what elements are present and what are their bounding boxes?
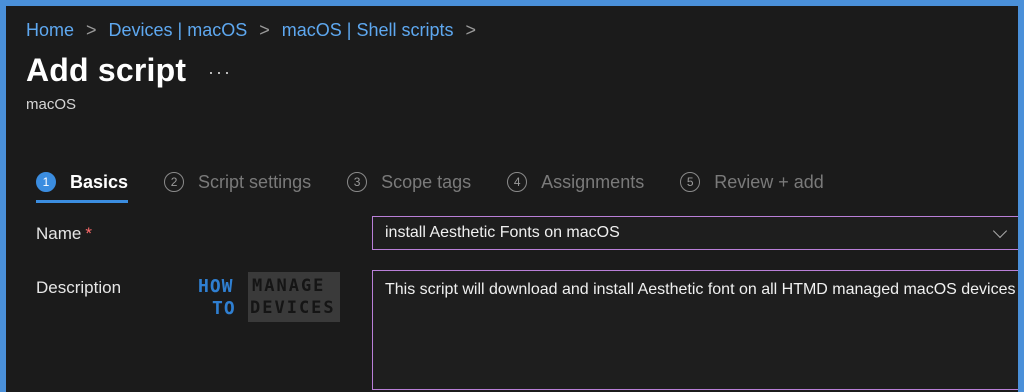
tab-label: Assignments [541,171,645,192]
chevron-right-icon: > [259,20,270,40]
step-number-icon: 3 [347,172,368,192]
name-label-text: Name [36,224,82,243]
logo-manage-text: MANAGE [252,276,326,296]
name-input[interactable]: install Aesthetic Fonts on macOS [372,216,1018,250]
tab-label: Review + add [714,171,824,192]
name-field-label: Name * [36,224,92,244]
logo-to-text: TO [212,298,236,319]
logo-how-text: HOW [198,276,234,297]
more-options-button[interactable]: ··· [208,62,232,83]
page-subtitle: macOS [26,96,77,113]
tab-scope-tags[interactable]: 3 Scope tags [347,162,471,202]
tab-label: Script settings [198,171,312,192]
step-number-icon: 5 [680,172,701,192]
description-field-label: Description [36,278,122,297]
add-script-panel: Home > Devices | macOS > macOS | Shell s… [6,6,1018,392]
step-number-icon: 1 [36,172,56,192]
chevron-right-icon: > [86,20,97,40]
tab-assignments[interactable]: 4 Assignments [507,162,644,202]
chevron-right-icon: > [465,20,477,40]
chevron-down-icon[interactable] [992,223,1008,239]
step-number-icon: 4 [507,172,528,192]
tab-basics[interactable]: 1 Basics [36,162,129,203]
wizard-tabs: 1 Basics 2 Script settings 3 Scope tags … [36,162,860,203]
breadcrumb: Home > Devices | macOS > macOS | Shell s… [26,20,488,41]
breadcrumb-shell-scripts-link[interactable]: macOS | Shell scripts [282,20,454,41]
description-textarea[interactable]: This script will download and install Ae… [372,270,1018,390]
breadcrumb-devices-macos-link[interactable]: Devices | macOS [109,20,248,41]
tab-script-settings[interactable]: 2 Script settings [164,162,311,202]
tab-review-add[interactable]: 5 Review + add [680,162,824,202]
name-input-value: install Aesthetic Fonts on macOS [385,224,620,241]
breadcrumb-home-link[interactable]: Home [26,20,74,41]
required-marker: * [85,224,92,243]
step-number-icon: 2 [164,172,185,192]
tab-label: Basics [70,171,129,192]
how-to-manage-devices-logo: HOW TO MANAGE DEVICES [198,272,340,324]
logo-devices-text: DEVICES [250,298,336,318]
page-title: Add script [26,52,187,88]
tab-label: Scope tags [381,171,472,192]
